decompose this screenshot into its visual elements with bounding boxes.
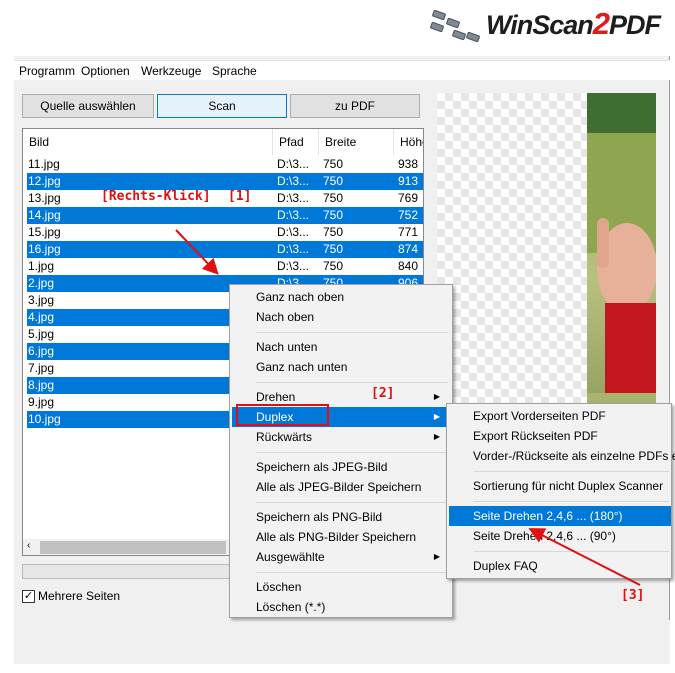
annotation-arrows [175, 229, 641, 586]
arrow-to-list [175, 229, 219, 275]
arrow-to-rotate-180 [528, 528, 641, 586]
